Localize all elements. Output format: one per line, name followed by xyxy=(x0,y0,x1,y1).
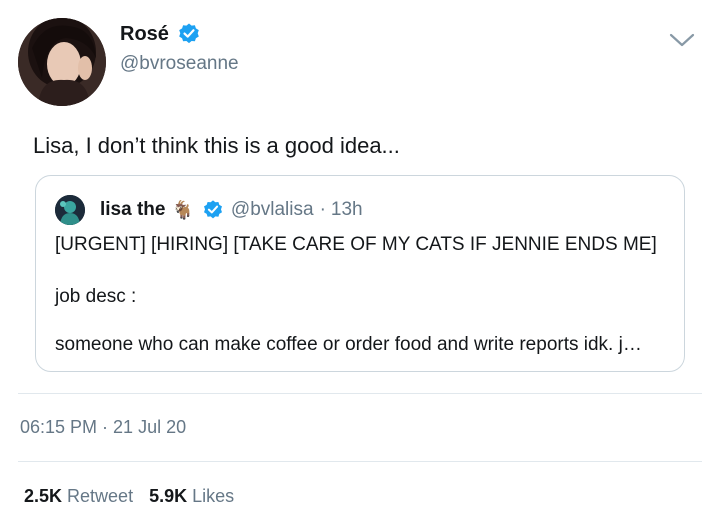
quoted-author-name[interactable]: lisa the xyxy=(100,199,165,221)
author-name-text[interactable]: Rosé xyxy=(120,23,169,46)
like-count-value[interactable]: 5.9K xyxy=(149,486,187,507)
like-count[interactable]: 5.9K Likes xyxy=(149,486,234,507)
separator-dot: · xyxy=(319,199,326,220)
author-avatar[interactable] xyxy=(18,18,106,106)
retweet-count[interactable]: 2.5K Retweet xyxy=(24,486,133,507)
quoted-author-avatar[interactable] xyxy=(55,195,85,225)
quoted-tweet-line: [URGENT] [HIRING] [TAKE CARE OF MY CATS … xyxy=(55,234,657,255)
author-handle[interactable]: @bvroseanne xyxy=(120,53,239,75)
chevron-down-icon[interactable] xyxy=(668,30,696,50)
tweet-date[interactable]: 21 Jul 20 xyxy=(113,417,186,438)
retweet-count-label[interactable]: Retweet xyxy=(67,486,133,507)
separator-dot: · xyxy=(102,417,109,437)
verified-badge-icon xyxy=(202,199,224,221)
quoted-tweet-line: job desc : xyxy=(55,286,137,307)
like-count-label[interactable]: Likes xyxy=(192,486,234,507)
quoted-author-handle[interactable]: @bvlalisa xyxy=(231,199,314,221)
quoted-tweet-header: lisa the 🐐 @bvlalisa · 13h xyxy=(100,196,363,224)
author-display-name[interactable]: Rosé xyxy=(120,22,201,46)
tweet-time[interactable]: 06:15 PM xyxy=(20,417,97,438)
retweet-count-value[interactable]: 2.5K xyxy=(24,486,62,507)
goat-emoji: 🐐 xyxy=(171,199,194,220)
divider xyxy=(18,461,702,462)
quoted-tweet-line: someone who can make coffee or order foo… xyxy=(55,334,642,355)
engagement-stats: 2.5K Retweet 5.9K Likes xyxy=(24,486,250,507)
quoted-tweet-time[interactable]: 13h xyxy=(331,199,363,221)
quoted-tweet-card[interactable]: lisa the 🐐 @bvlalisa · 13h [URGENT] [HIR… xyxy=(35,175,685,372)
verified-badge-icon xyxy=(177,22,201,46)
divider xyxy=(18,393,702,394)
tweet-text: Lisa, I don’t think this is a good idea.… xyxy=(33,133,400,158)
tweet-timestamp[interactable]: 06:15 PM · 21 Jul 20 xyxy=(20,417,186,438)
